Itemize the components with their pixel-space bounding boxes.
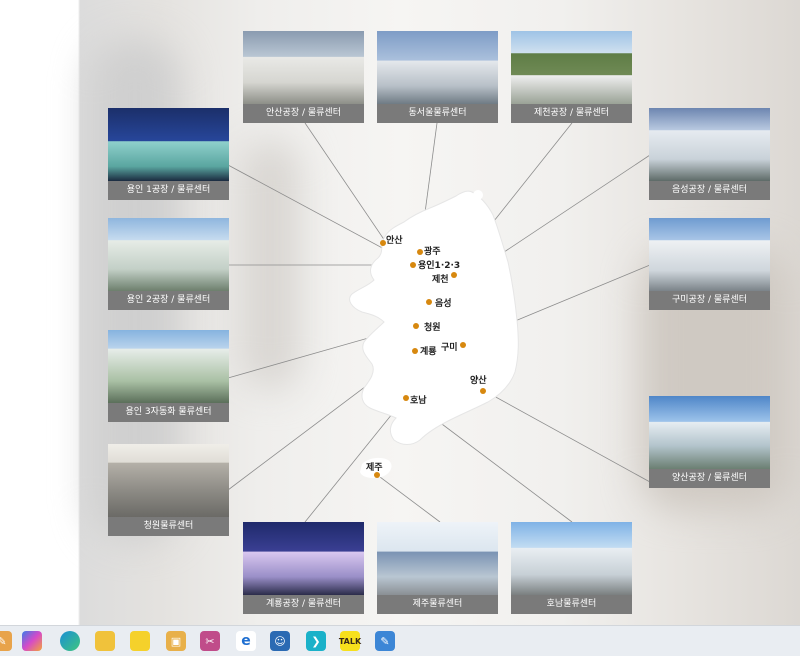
facility-photo — [649, 108, 770, 181]
facility-photo — [511, 31, 632, 104]
facility-caption: 동서울물류센터 — [377, 104, 498, 123]
edge-icon[interactable] — [60, 631, 80, 651]
notepad-icon[interactable]: ✎ — [375, 631, 395, 651]
facility-caption: 안산공장 / 물류센터 — [243, 104, 364, 123]
facility-caption: 계룡공장 / 물류센터 — [243, 595, 364, 614]
facility-photo — [243, 31, 364, 104]
app-icon[interactable]: ☺ — [270, 631, 290, 651]
facility-card-yongin3[interactable]: 용인 3자동화 물류센터 — [108, 330, 229, 422]
facility-caption: 용인 2공장 / 물류센터 — [108, 291, 229, 310]
facility-photo — [108, 218, 229, 291]
facility-card-gumi[interactable]: 구미공장 / 물류센터 — [649, 218, 770, 310]
city-label-yangsan: 양산 — [470, 376, 487, 386]
snipping-icon[interactable]: ✂ — [200, 631, 220, 651]
facility-card-honam[interactable]: 호남물류센터 — [511, 522, 632, 614]
facility-card-yongin2[interactable]: 용인 2공장 / 물류센터 — [108, 218, 229, 310]
facility-caption: 용인 1공장 / 물류센터 — [108, 181, 229, 200]
city-label-eumseong: 음성 — [435, 299, 452, 309]
city-label-cheongwon: 청원 — [424, 323, 441, 333]
facility-photo — [108, 108, 229, 181]
facility-caption: 음성공장 / 물류센터 — [649, 181, 770, 200]
city-label-gyeryong: 계룡 — [420, 347, 437, 357]
facility-caption: 제천공장 / 물류센터 — [511, 104, 632, 123]
map-marker — [412, 348, 418, 354]
map-marker — [426, 299, 432, 305]
map-marker — [417, 249, 423, 255]
taskbar: ✎ ▣ ✂ e ☺ ❯ TALK ✎ — [0, 625, 800, 656]
facility-photo — [649, 218, 770, 291]
sticky-notes-icon[interactable] — [130, 631, 150, 651]
facility-caption: 용인 3자동화 물류센터 — [108, 403, 229, 422]
store-icon[interactable]: ▣ — [166, 631, 186, 651]
copilot-icon[interactable] — [22, 631, 42, 651]
file-explorer-icon[interactable] — [95, 631, 115, 651]
facility-card-dongseo[interactable]: 동서울물류센터 — [377, 31, 498, 123]
facility-photo — [649, 396, 770, 469]
internet-explorer-icon[interactable]: e — [236, 631, 256, 651]
facility-card-jecheon[interactable]: 제천공장 / 물류센터 — [511, 31, 632, 123]
facility-caption: 호남물류센터 — [511, 595, 632, 614]
facility-card-yongin1[interactable]: 용인 1공장 / 물류센터 — [108, 108, 229, 200]
facility-caption: 양산공장 / 물류센터 — [649, 469, 770, 488]
facility-photo — [511, 522, 632, 595]
map-marker — [410, 262, 416, 268]
map-marker — [480, 388, 486, 394]
facility-photo — [243, 522, 364, 595]
facility-photo — [108, 330, 229, 403]
facility-card-ansan[interactable]: 안산공장 / 물류센터 — [243, 31, 364, 123]
terminal-icon[interactable]: ❯ — [306, 631, 326, 651]
map-marker — [413, 323, 419, 329]
facility-photo — [377, 522, 498, 595]
map-marker — [403, 395, 409, 401]
facility-card-jeju[interactable]: 제주물류센터 — [377, 522, 498, 614]
map-marker — [451, 272, 457, 278]
city-label-ansan: 안산 — [386, 236, 403, 246]
city-label-jecheon: 제천 — [432, 275, 449, 285]
facility-card-eumseong[interactable]: 음성공장 / 물류센터 — [649, 108, 770, 200]
city-label-gumi: 구미 — [441, 343, 458, 353]
map-marker — [460, 342, 466, 348]
facility-caption: 제주물류센터 — [377, 595, 498, 614]
facility-card-yangsan[interactable]: 양산공장 / 물류센터 — [649, 396, 770, 488]
city-label-honam: 호남 — [410, 396, 427, 406]
city-label-jeju: 제주 — [366, 463, 383, 473]
facility-card-gyeryong[interactable]: 계룡공장 / 물류센터 — [243, 522, 364, 614]
facility-photo — [377, 31, 498, 104]
pinned-app-icon[interactable]: ✎ — [0, 631, 12, 651]
facility-caption: 구미공장 / 물류센터 — [649, 291, 770, 310]
facility-caption: 청원물류센터 — [108, 517, 229, 536]
city-label-yongin: 용인1·2·3 — [418, 261, 461, 271]
facility-photo — [108, 444, 229, 517]
city-label-gwangju: 광주 — [424, 247, 441, 257]
facility-card-cheongwon[interactable]: 청원물류센터 — [108, 444, 229, 536]
kakaotalk-icon[interactable]: TALK — [339, 631, 361, 651]
